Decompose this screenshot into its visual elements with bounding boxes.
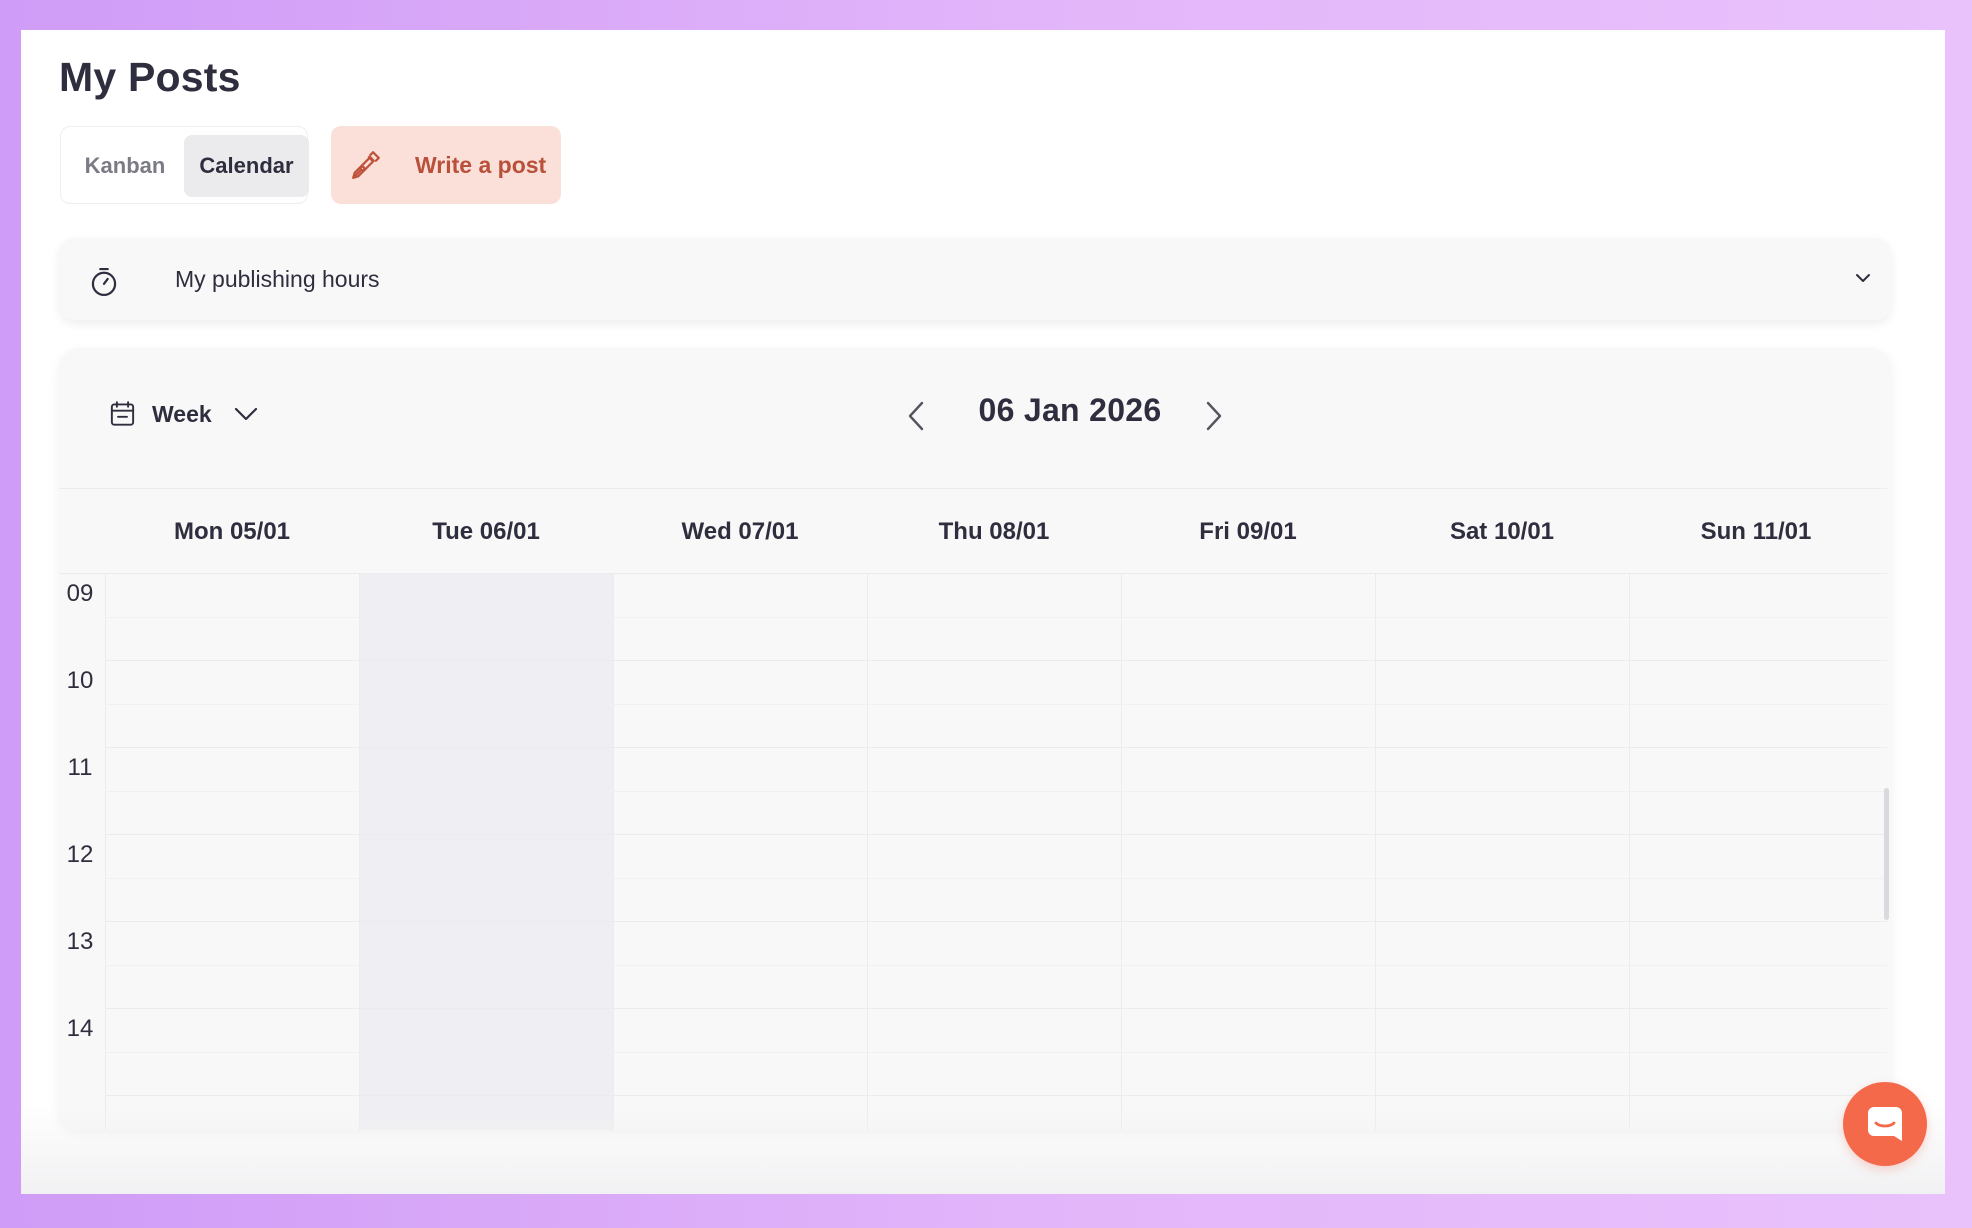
publishing-hours-panel[interactable]: My publishing hours [59, 238, 1891, 320]
hour-line [105, 747, 1887, 748]
half-hour-line [105, 965, 1887, 966]
day-column-sat[interactable] [1375, 574, 1629, 1130]
week-grid: 09 10 11 12 13 14 [59, 574, 1887, 1130]
calendar-scrollbar[interactable] [1884, 788, 1889, 920]
previous-week-button[interactable] [906, 400, 928, 437]
hour-line [105, 834, 1887, 835]
view-label: Week [152, 401, 212, 427]
chevron-down-icon[interactable] [1853, 270, 1873, 291]
timer-icon [89, 266, 119, 303]
write-post-button[interactable]: Write a post [331, 126, 561, 204]
chat-support-button[interactable] [1843, 1082, 1927, 1166]
half-hour-line [105, 878, 1887, 879]
day-header-fri: Fri 09/01 [1199, 518, 1297, 545]
hour-line [105, 921, 1887, 922]
pen-icon [349, 148, 383, 187]
half-hour-line [105, 617, 1887, 618]
hour-label-14: 14 [66, 1015, 94, 1042]
day-column-fri[interactable] [1121, 574, 1375, 1130]
day-header-sun: Sun 11/01 [1700, 518, 1812, 545]
day-column-mon[interactable] [105, 574, 359, 1130]
day-header-thu: Thu 08/01 [938, 518, 1050, 545]
day-column-tue-today[interactable] [359, 574, 613, 1130]
hour-label-11: 11 [67, 754, 93, 781]
page-title: My Posts [59, 54, 241, 100]
day-column-thu[interactable] [867, 574, 1121, 1130]
day-header-wed: Wed 07/01 [681, 518, 799, 545]
calendar-toolbar: Week 06 Jan 2026 [59, 348, 1891, 488]
hour-label-09: 09 [66, 580, 94, 607]
half-hour-line [105, 1052, 1887, 1053]
app-window: My Posts Kanban Calendar Write a post My… [21, 30, 1945, 1194]
view-toggle: Kanban Calendar [60, 126, 309, 204]
half-hour-line [105, 791, 1887, 792]
write-post-label: Write a post [415, 152, 547, 178]
current-date: 06 Jan 2026 [978, 392, 1162, 428]
chevron-down-icon [233, 403, 259, 430]
hour-label-13: 13 [66, 928, 94, 955]
day-header-tue: Tue 06/01 [432, 518, 540, 545]
half-hour-line [105, 704, 1887, 705]
next-week-button[interactable] [1202, 400, 1224, 437]
kanban-tab[interactable]: Kanban [69, 135, 181, 197]
day-header-sat: Sat 10/01 [1449, 518, 1555, 545]
day-header-row: Mon 05/01 Tue 06/01 Wed 07/01 Thu 08/01 … [59, 488, 1887, 574]
publishing-hours-label: My publishing hours [175, 266, 380, 292]
day-header-mon: Mon 05/01 [173, 518, 291, 545]
hour-line [105, 1095, 1887, 1096]
calendar-panel: Week 06 Jan 2026 Mon 05/01 Tue 06/01 Wed… [59, 348, 1891, 1130]
day-column-sun[interactable] [1629, 574, 1883, 1130]
hour-line [105, 1008, 1887, 1009]
calendar-tab[interactable]: Calendar [184, 135, 309, 197]
hour-label-10: 10 [66, 667, 94, 694]
day-column-wed[interactable] [613, 574, 867, 1130]
hour-label-12: 12 [66, 841, 94, 868]
calendar-icon [109, 400, 136, 433]
hour-line [105, 660, 1887, 661]
